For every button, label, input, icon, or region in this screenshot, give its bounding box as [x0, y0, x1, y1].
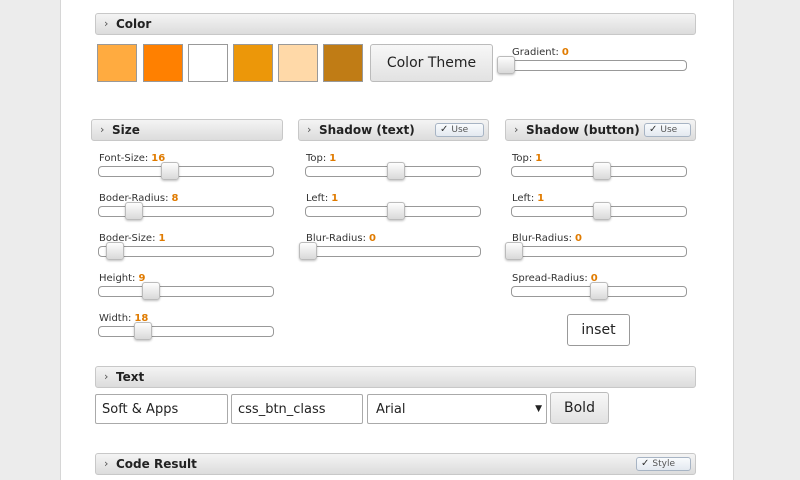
border-radius-slider-thumb[interactable]: [124, 202, 143, 220]
chevron-right-icon: ›: [104, 17, 109, 30]
gradient-value: 0: [561, 47, 569, 58]
dropdown-arrow-icon: ▼: [535, 404, 542, 414]
box-shadow-left-slider[interactable]: [511, 202, 687, 220]
text-shadow-blur-slider-thumb[interactable]: [298, 242, 317, 260]
box-shadow-spread-label-text: Spread-Radius:: [512, 273, 588, 284]
code-result-style-label: Style: [652, 459, 675, 469]
box-shadow-blur-slider-thumb[interactable]: [504, 242, 523, 260]
box-shadow-left-label: Left: 1: [512, 193, 544, 204]
height-slider[interactable]: [98, 282, 274, 300]
text-shadow-blur-value: 0: [368, 233, 376, 244]
shadow-text-use-label: Use: [451, 125, 469, 135]
color-section-title: Color: [116, 17, 152, 31]
box-shadow-top-label: Top: 1: [512, 153, 542, 164]
size-section-title: Size: [112, 123, 140, 137]
height-label: Height: 9: [99, 273, 145, 284]
box-shadow-top-slider-thumb[interactable]: [593, 162, 612, 180]
text-shadow-top-label-text: Top:: [306, 153, 327, 164]
inset-button[interactable]: inset: [567, 314, 630, 346]
chevron-right-icon: ›: [104, 370, 109, 383]
box-shadow-top-label-text: Top:: [512, 153, 533, 164]
box-shadow-top-slider[interactable]: [511, 162, 687, 180]
color-swatch-2[interactable]: [143, 44, 183, 82]
box-shadow-left-slider-thumb[interactable]: [593, 202, 612, 220]
color-swatch-1[interactable]: [97, 44, 137, 82]
shadow-button-section-header[interactable]: › Shadow (button) ✓ Use: [505, 119, 696, 141]
box-shadow-spread-slider[interactable]: [511, 282, 687, 300]
box-shadow-blur-slider[interactable]: [504, 242, 687, 260]
width-slider[interactable]: [98, 322, 274, 340]
font-size-slider[interactable]: [98, 162, 274, 180]
text-shadow-blur-slider[interactable]: [298, 242, 481, 260]
box-shadow-blur-value: 0: [574, 233, 582, 244]
text-shadow-top-slider[interactable]: [305, 162, 481, 180]
text-shadow-left-slider[interactable]: [305, 202, 481, 220]
font-family-select-value: Arial: [376, 402, 406, 417]
chevron-right-icon: ›: [307, 123, 312, 136]
shadow-text-section-title: Shadow (text): [319, 123, 415, 137]
border-size-slider-thumb[interactable]: [105, 242, 124, 260]
text-shadow-top-label: Top: 1: [306, 153, 336, 164]
font-size-slider-thumb[interactable]: [161, 162, 180, 180]
box-shadow-left-label-text: Left:: [512, 193, 535, 204]
font-family-select[interactable]: Arial ▼: [367, 394, 547, 424]
color-section-header[interactable]: › Color: [95, 13, 696, 35]
color-swatch-6[interactable]: [323, 44, 363, 82]
color-theme-button[interactable]: Color Theme: [370, 44, 493, 82]
button-text-input[interactable]: Soft & Apps: [95, 394, 228, 424]
shadow-button-use-label: Use: [660, 125, 678, 135]
bold-button[interactable]: Bold: [550, 392, 609, 424]
font-size-label-text: Font-Size:: [99, 153, 149, 164]
text-shadow-left-label-text: Left:: [306, 193, 329, 204]
text-shadow-left-label: Left: 1: [306, 193, 338, 204]
height-label-text: Height:: [99, 273, 136, 284]
height-slider-thumb[interactable]: [142, 282, 161, 300]
box-shadow-spread-label: Spread-Radius: 0: [512, 273, 598, 284]
text-shadow-top-slider-thumb[interactable]: [387, 162, 406, 180]
size-section-header[interactable]: › Size: [91, 119, 283, 141]
shadow-button-use-toggle[interactable]: ✓ Use: [644, 123, 691, 137]
text-shadow-left-slider-thumb[interactable]: [387, 202, 406, 220]
gradient-slider[interactable]: [497, 56, 687, 74]
width-label-text: Width:: [99, 313, 132, 324]
check-icon: ✓: [440, 124, 449, 135]
box-shadow-left-value: 1: [537, 193, 545, 204]
box-shadow-spread-slider-thumb[interactable]: [590, 282, 608, 300]
font-size-label: Font-Size: 16: [99, 153, 165, 164]
chevron-right-icon: ›: [104, 457, 109, 470]
chevron-right-icon: ›: [514, 123, 519, 136]
check-icon: ✓: [641, 458, 650, 469]
color-swatch-5[interactable]: [278, 44, 318, 82]
text-section-title: Text: [116, 370, 145, 384]
code-result-section-title: Code Result: [116, 457, 197, 471]
border-radius-slider[interactable]: [98, 202, 274, 220]
border-size-slider[interactable]: [98, 242, 274, 260]
gradient-slider-thumb[interactable]: [497, 56, 515, 74]
css-class-input[interactable]: css_btn_class: [231, 394, 363, 424]
width-slider-thumb[interactable]: [133, 322, 152, 340]
chevron-right-icon: ›: [100, 123, 105, 136]
shadow-button-section-title: Shadow (button): [526, 123, 640, 137]
text-shadow-top-value: 1: [329, 153, 337, 164]
gradient-label-text: Gradient:: [512, 47, 559, 58]
box-shadow-top-value: 1: [535, 153, 543, 164]
code-result-style-toggle[interactable]: ✓ Style: [636, 457, 691, 471]
gradient-label: Gradient: 0: [512, 47, 569, 58]
shadow-text-section-header[interactable]: › Shadow (text) ✓ Use: [298, 119, 489, 141]
text-section-header[interactable]: › Text: [95, 366, 696, 388]
color-swatch-4[interactable]: [233, 44, 273, 82]
border-radius-value: 8: [171, 193, 179, 204]
shadow-text-use-toggle[interactable]: ✓ Use: [435, 123, 484, 137]
code-result-section-header[interactable]: › Code Result ✓ Style: [95, 453, 696, 475]
check-icon: ✓: [649, 124, 658, 135]
border-size-value: 1: [158, 233, 166, 244]
color-swatch-3[interactable]: [188, 44, 228, 82]
text-shadow-left-value: 1: [331, 193, 339, 204]
